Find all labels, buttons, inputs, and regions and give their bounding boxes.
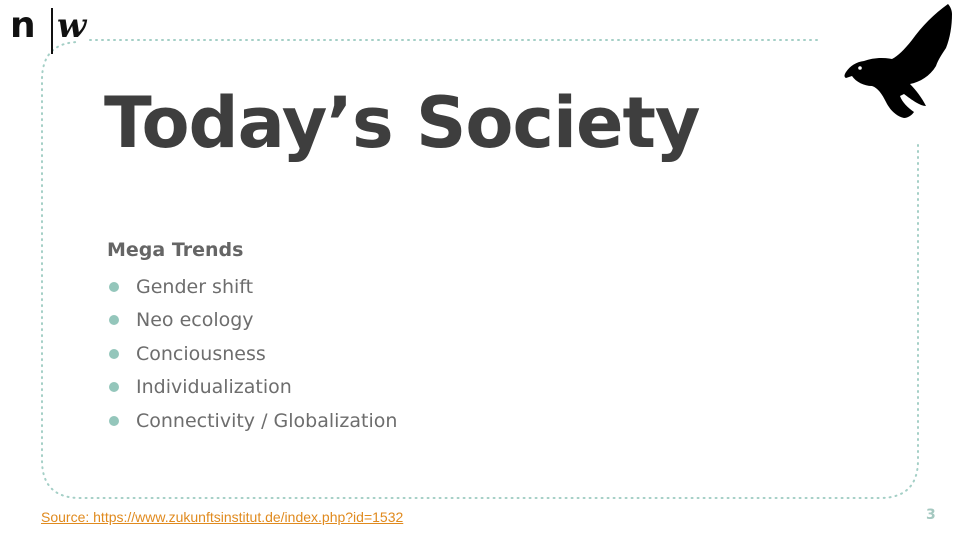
list-item-text: Gender shift [136, 275, 254, 298]
slide: n w Today’s Society Mega Trends Gender s… [0, 0, 960, 540]
list-item: Neo ecology [107, 304, 397, 338]
slide-title: Today’s Society [104, 82, 701, 164]
list-item: Gender shift [107, 270, 397, 304]
bullet-icon [109, 281, 119, 292]
logo-letter-n: n [10, 5, 36, 46]
logo-divider [51, 8, 53, 54]
section-heading: Mega Trends [107, 239, 244, 261]
list-item-text: Conciousness [136, 342, 266, 365]
logo-letter-w: w [57, 6, 87, 46]
list-item-text: Neo ecology [136, 309, 254, 332]
bullet-icon [109, 415, 119, 426]
list-item: Conciousness [107, 337, 397, 371]
page-number: 3 [926, 507, 936, 523]
trend-list: Gender shift Neo ecology Conciousness In… [107, 270, 397, 438]
bullet-icon [109, 348, 119, 359]
bird-icon [844, 4, 952, 118]
list-item-text: Individualization [136, 376, 292, 399]
list-item-text: Connectivity / Globalization [136, 409, 398, 432]
fhnw-logo: n w [10, 4, 94, 54]
source-link[interactable]: Source: https://www.zukunftsinstitut.de/… [41, 508, 403, 526]
bullet-icon [109, 382, 119, 393]
bullet-icon [109, 315, 119, 326]
list-item: Individualization [107, 371, 397, 405]
list-item: Connectivity / Globalization [107, 404, 397, 438]
